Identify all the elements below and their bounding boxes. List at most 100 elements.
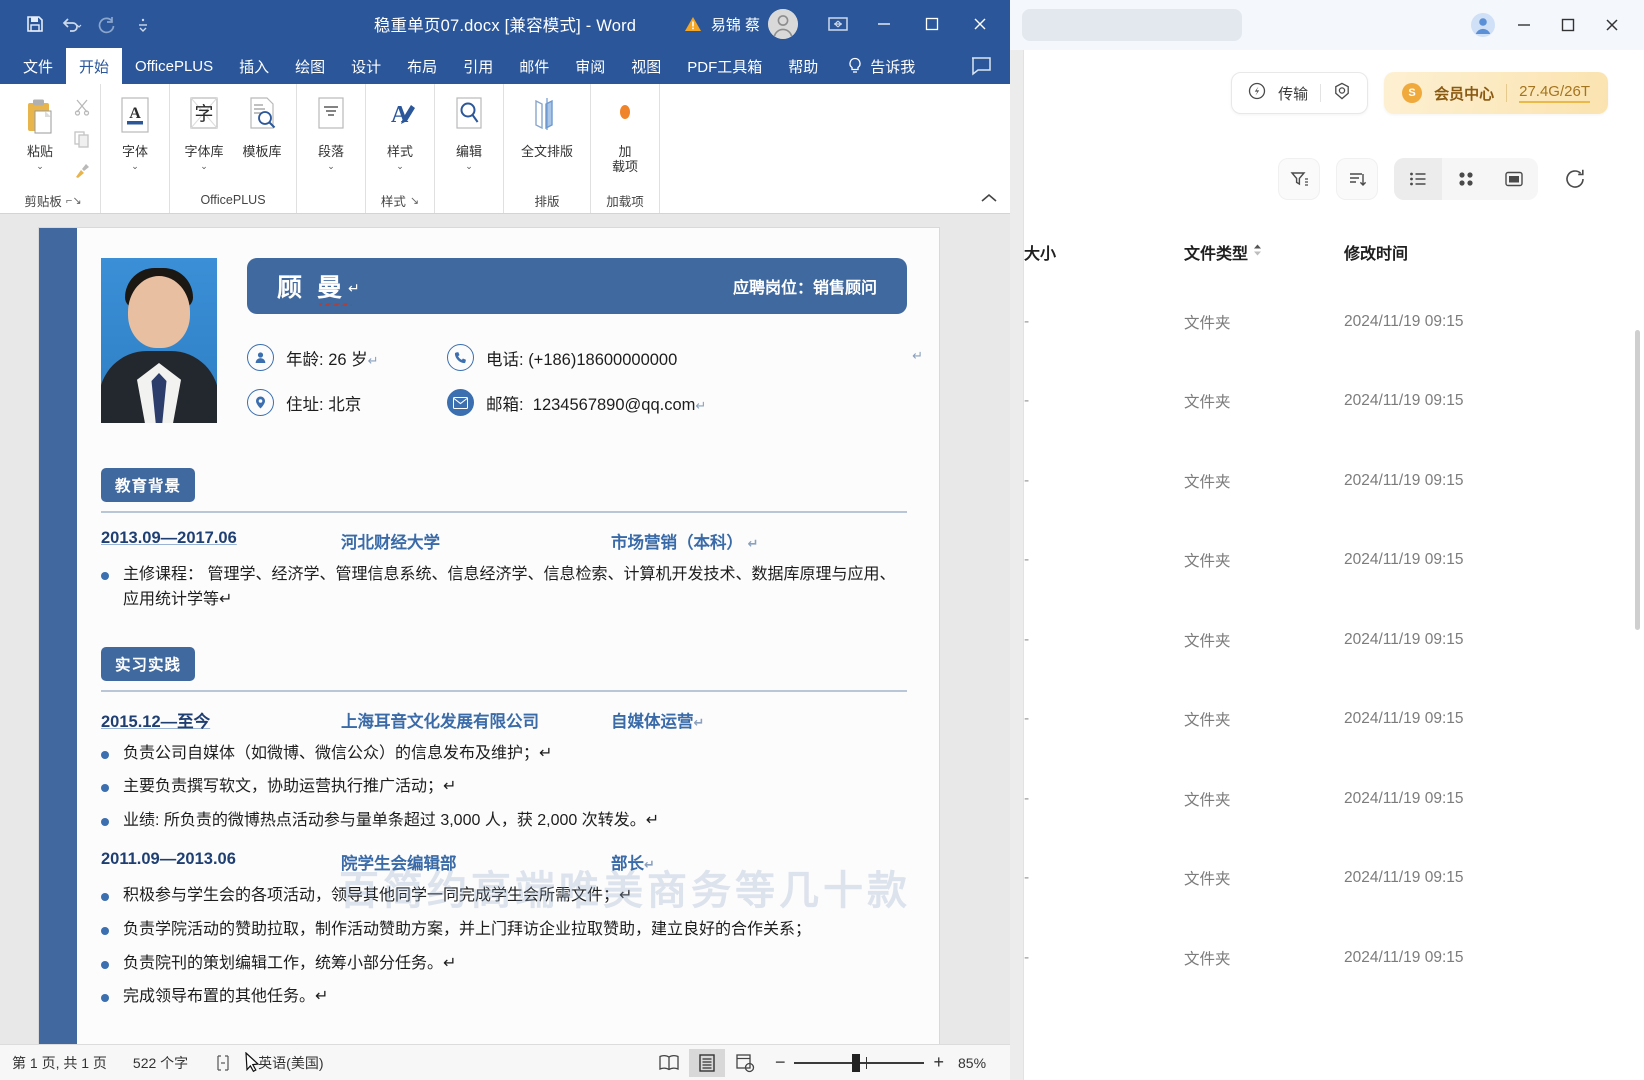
- format-painter-icon[interactable]: [69, 159, 95, 183]
- template-library-button[interactable]: 模板库: [233, 89, 291, 160]
- cut-icon[interactable]: [69, 95, 95, 119]
- table-row[interactable]: - 文件夹 2024/11/19 09:15: [1010, 839, 1644, 919]
- user-avatar-icon[interactable]: [1466, 8, 1500, 42]
- filter-icon[interactable]: [1278, 158, 1320, 200]
- tab-review[interactable]: 审阅: [562, 48, 618, 84]
- account-name[interactable]: 易锦 蔡: [711, 14, 760, 35]
- fm-minimize-button[interactable]: [1504, 6, 1544, 44]
- proofing-icon[interactable]: [214, 1054, 232, 1072]
- avatar[interactable]: [768, 9, 798, 39]
- redo-icon[interactable]: [90, 8, 124, 40]
- list-item: 负责院刊的策划编辑工作，统筹小部分任务。↵: [101, 952, 907, 977]
- font-library-caret-icon[interactable]: ⌄: [200, 161, 208, 171]
- editing-caret-icon[interactable]: ⌄: [465, 161, 473, 171]
- tab-layout[interactable]: 布局: [394, 48, 450, 84]
- fm-view-toolbar: [1010, 136, 1644, 222]
- minimize-button[interactable]: [860, 1, 908, 47]
- read-mode-view-icon[interactable]: [651, 1049, 687, 1077]
- refresh-icon[interactable]: [1554, 158, 1596, 200]
- tab-design[interactable]: 设计: [338, 48, 394, 84]
- transfer-button[interactable]: 传输: [1231, 72, 1369, 114]
- tab-help[interactable]: 帮助: [775, 48, 831, 84]
- tab-draw[interactable]: 绘图: [282, 48, 338, 84]
- column-header-type[interactable]: 文件类型: [1184, 240, 1344, 264]
- styles-button[interactable]: A 样式 ⌄: [371, 89, 429, 171]
- list-item: 负责学院活动的赞助拉取，制作活动赞助方案，并上门拜访企业拉取赞助，建立良好的合作…: [101, 918, 907, 943]
- zoom-percent[interactable]: 85%: [958, 1055, 998, 1071]
- undo-icon[interactable]: [54, 8, 88, 40]
- tab-mailings[interactable]: 邮件: [506, 48, 562, 84]
- settings-icon[interactable]: [1333, 82, 1351, 104]
- language-indicator[interactable]: 英语(美国): [258, 1053, 323, 1073]
- detail-view-icon[interactable]: [1490, 158, 1538, 200]
- search-input[interactable]: [1022, 9, 1242, 41]
- vip-center-button[interactable]: S 会员中心 27.4G/26T: [1384, 72, 1608, 114]
- maximize-button[interactable]: [908, 1, 956, 47]
- zoom-in-button[interactable]: +: [933, 1052, 944, 1073]
- full-text-layout-button[interactable]: 全文排版: [509, 89, 585, 160]
- tab-pdf-toolbox[interactable]: PDF工具箱: [674, 48, 775, 84]
- fm-maximize-button[interactable]: [1548, 6, 1588, 44]
- mail-icon: [447, 389, 474, 416]
- cell-size: -: [1024, 471, 1030, 489]
- close-button[interactable]: [956, 1, 1004, 47]
- zoom-thumb[interactable]: [852, 1053, 861, 1072]
- grid-view-icon[interactable]: [1442, 158, 1490, 200]
- phone-label: 电话:: [486, 350, 524, 369]
- word-count[interactable]: 522 个字: [133, 1053, 188, 1073]
- tell-me-box[interactable]: 告诉我: [831, 48, 928, 84]
- list-item: 积极参与学生会的各项活动，领导其他同学一同完成学生会所需文件；↵: [101, 884, 907, 909]
- column-header-modified[interactable]: 修改时间: [1344, 240, 1564, 264]
- table-row[interactable]: - 文件夹 2024/11/19 09:15: [1010, 600, 1644, 680]
- font-library-button[interactable]: 字 字体库 ⌄: [175, 89, 233, 171]
- table-row[interactable]: - 文件夹 2024/11/19 09:15: [1010, 521, 1644, 601]
- fm-scrollbar-thumb[interactable]: [1635, 330, 1640, 630]
- collapse-ribbon-icon[interactable]: [980, 191, 998, 207]
- zoom-slider[interactable]: − +: [775, 1052, 944, 1073]
- fm-close-button[interactable]: [1592, 6, 1632, 44]
- font-caret-icon[interactable]: ⌄: [131, 161, 139, 171]
- list-view-icon[interactable]: [1394, 158, 1442, 200]
- column-header-size[interactable]: 大小: [1024, 240, 1184, 264]
- page-count[interactable]: 第 1 页, 共 1 页: [12, 1053, 107, 1073]
- zoom-track[interactable]: [794, 1053, 925, 1072]
- styles-dialog-launcher-icon[interactable]: ↘: [410, 194, 419, 207]
- table-row[interactable]: - 文件夹 2024/11/19 09:15: [1010, 680, 1644, 760]
- print-layout-view-icon[interactable]: [688, 1048, 725, 1077]
- table-row[interactable]: - 文件夹 2024/11/19 09:15: [1010, 759, 1644, 839]
- copy-icon[interactable]: [69, 127, 95, 151]
- customize-qat-icon[interactable]: [126, 8, 160, 40]
- name-banner: 顾 曼 ↵ 应聘岗位：销售顾问: [247, 258, 907, 314]
- tab-insert[interactable]: 插入: [226, 48, 282, 84]
- paragraph-button[interactable]: 段落 ⌄: [302, 89, 360, 171]
- tab-view[interactable]: 视图: [618, 48, 674, 84]
- comments-icon[interactable]: [952, 48, 1010, 84]
- table-row[interactable]: - 文件夹 2024/11/19 09:15: [1010, 441, 1644, 521]
- web-layout-view-icon[interactable]: [727, 1049, 763, 1077]
- tab-home[interactable]: 开始: [66, 48, 123, 84]
- editing-button[interactable]: 编辑 ⌄: [440, 89, 498, 171]
- table-row[interactable]: - 文件夹 2024/11/19 09:15: [1010, 918, 1644, 998]
- find-icon: [449, 93, 489, 143]
- tab-file[interactable]: 文件: [10, 48, 66, 84]
- tab-officeplus[interactable]: OfficePLUS: [122, 48, 226, 84]
- paste-caret-icon[interactable]: ⌄: [36, 161, 44, 171]
- sort-toggle-icon[interactable]: [1253, 243, 1262, 262]
- zoom-out-button[interactable]: −: [775, 1052, 786, 1073]
- save-icon[interactable]: [18, 8, 52, 40]
- full-text-layout-icon: [524, 93, 570, 143]
- styles-caret-icon[interactable]: ⌄: [396, 161, 404, 171]
- font-button[interactable]: A 字体 ⌄: [106, 89, 164, 171]
- clipboard-dialog-launcher-icon[interactable]: ⌐↘: [66, 194, 82, 207]
- table-row[interactable]: - 文件夹 2024/11/19 09:15: [1010, 362, 1644, 442]
- addins-button[interactable]: 加 载项: [596, 89, 654, 175]
- paragraph-caret-icon[interactable]: ⌄: [327, 161, 335, 171]
- document-page[interactable]: 顾 曼 ↵ 应聘岗位：销售顾问 年龄: 26 岁↵ 电话: (+186)1860…: [39, 228, 939, 1044]
- tab-references[interactable]: 引用: [450, 48, 506, 84]
- ribbon-display-options-icon[interactable]: [816, 7, 860, 41]
- paste-button[interactable]: 粘贴 ⌄: [11, 89, 69, 171]
- sort-icon[interactable]: [1336, 158, 1378, 200]
- bullet-dot-icon: [101, 892, 109, 901]
- document-canvas[interactable]: 顾 曼 ↵ 应聘岗位：销售顾问 年龄: 26 岁↵ 电话: (+186)1860…: [0, 214, 1010, 1044]
- table-row[interactable]: - 文件夹 2024/11/19 09:15: [1010, 282, 1644, 362]
